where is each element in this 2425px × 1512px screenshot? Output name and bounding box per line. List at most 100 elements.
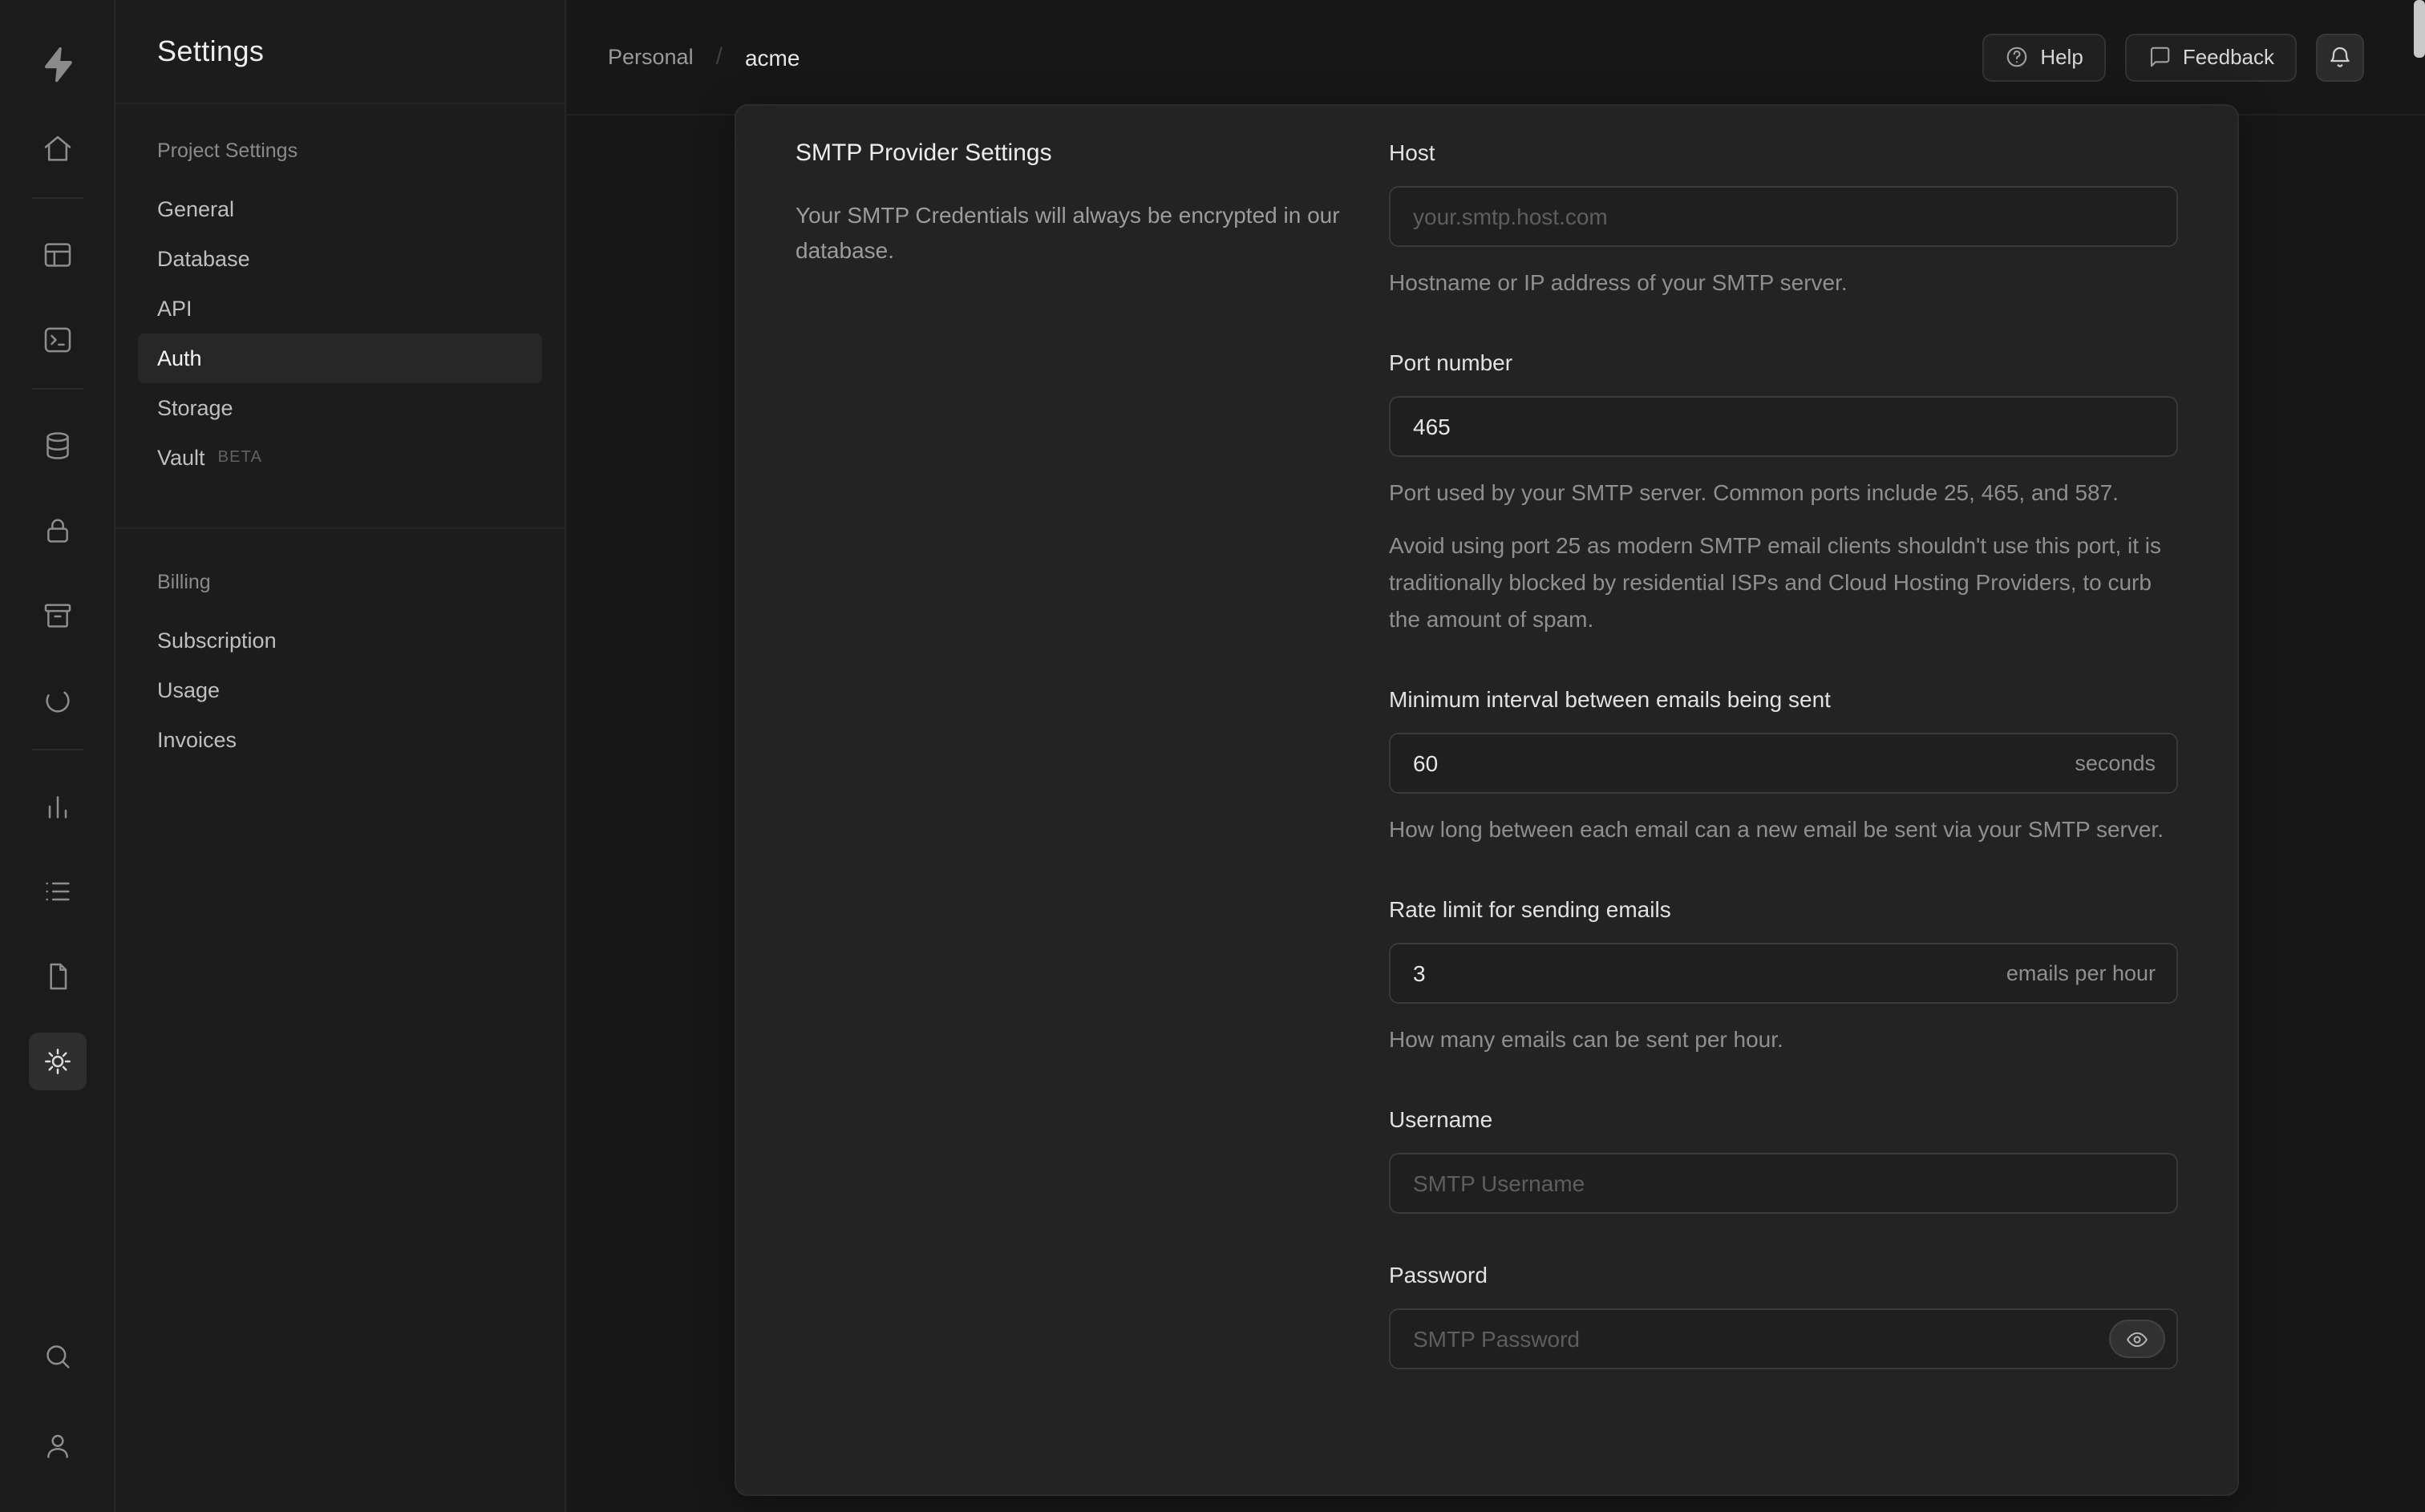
sidebar-item-invoices[interactable]: Invoices — [138, 715, 542, 765]
help-button[interactable]: Help — [1982, 33, 2106, 81]
section-header-billing: Billing — [157, 571, 211, 593]
interval-input-wrap: seconds — [1389, 733, 2178, 794]
port-input[interactable] — [1389, 396, 2178, 457]
sidebar-item-label: General — [157, 197, 235, 221]
rail-divider — [31, 388, 83, 390]
supabase-logo[interactable] — [28, 35, 86, 93]
interval-label: Minimum interval between emails being se… — [1389, 686, 1831, 712]
eye-icon — [2127, 1331, 2148, 1347]
sidebar-item-label: Invoices — [157, 728, 237, 752]
port-field: Port number Port used by your SMTP serve… — [1389, 348, 2178, 638]
password-label: Password — [1389, 1262, 1488, 1288]
rail-table-editor-button[interactable] — [28, 226, 86, 284]
list-icon — [45, 882, 69, 901]
bell-icon — [2330, 46, 2350, 67]
rail-storage-button[interactable] — [28, 587, 86, 645]
username-input[interactable] — [1389, 1153, 2178, 1214]
search-icon — [46, 1345, 69, 1368]
panel-title: SMTP Provider Settings — [796, 139, 1052, 167]
interval-field: Minimum interval between emails being se… — [1389, 685, 2178, 848]
feedback-button-label: Feedback — [2182, 45, 2274, 69]
username-label: Username — [1389, 1106, 1493, 1132]
database-icon — [46, 432, 68, 459]
rail-divider — [31, 749, 83, 750]
rail-group-editors — [28, 226, 86, 369]
host-field: Host Hostname or IP address of your SMTP… — [1389, 138, 2178, 301]
sql-editor-icon — [43, 327, 71, 353]
host-help-text: Hostname or IP address of your SMTP serv… — [1389, 269, 1848, 295]
rail-group-observability — [28, 778, 86, 1090]
table-editor-icon — [43, 243, 71, 267]
sidebar-item-usage[interactable]: Usage — [138, 665, 542, 715]
page-title: Settings — [157, 34, 265, 67]
sidebar-item-label: API — [157, 297, 192, 321]
rate-limit-input[interactable] — [1389, 943, 2178, 1004]
rail-sql-editor-button[interactable] — [28, 311, 86, 369]
sidebar-item-subscription[interactable]: Subscription — [138, 616, 542, 665]
username-field: Username — [1389, 1105, 2178, 1214]
panel-form-column: Host Hostname or IP address of your SMTP… — [1389, 138, 2178, 1494]
rail-reports-button[interactable] — [28, 778, 86, 835]
rate-limit-input-wrap: emails per hour — [1389, 943, 2178, 1004]
sidebar-item-vault[interactable]: Vault BETA — [138, 433, 542, 483]
rail-edge-functions-button[interactable] — [28, 672, 86, 730]
rail-search-button[interactable] — [28, 1328, 86, 1385]
supabase-bolt-icon — [43, 46, 71, 83]
sidebar-item-label: Usage — [157, 678, 221, 702]
smtp-settings-panel: SMTP Provider Settings Your SMTP Credent… — [735, 104, 2239, 1496]
reveal-password-button[interactable] — [2109, 1320, 2165, 1358]
breadcrumb-project[interactable]: acme — [745, 44, 800, 70]
home-icon — [43, 135, 71, 161]
port-help-text: Port used by your SMTP server. Common po… — [1389, 479, 2119, 505]
rate-limit-label: Rate limit for sending emails — [1389, 896, 1671, 922]
port-input-wrap — [1389, 396, 2178, 457]
interval-help-text: How long between each email can a new em… — [1389, 816, 2164, 842]
settings-sidebar: Settings Project Settings General Databa… — [115, 0, 566, 1512]
help-circle-icon — [2007, 46, 2027, 67]
password-input[interactable] — [1389, 1308, 2178, 1369]
sidebar-item-general[interactable]: General — [138, 184, 542, 234]
bar-chart-icon — [47, 796, 67, 819]
top-bar: Personal / acme Help Feedback — [566, 0, 2425, 115]
panel-description-column: SMTP Provider Settings Your SMTP Credent… — [796, 138, 1357, 1494]
sidebar-item-label: Auth — [157, 346, 202, 370]
main-content: Personal / acme Help Feedback SMTP Provi… — [566, 0, 2425, 1512]
help-button-label: Help — [2040, 45, 2083, 69]
rail-logs-button[interactable] — [28, 863, 86, 920]
rail-account-button[interactable] — [28, 1417, 86, 1475]
breadcrumb-org[interactable]: Personal — [608, 45, 694, 69]
sidebar-item-api[interactable]: API — [138, 284, 542, 334]
notifications-button[interactable] — [2316, 33, 2364, 81]
rail-settings-button[interactable] — [28, 1033, 86, 1090]
sidebar-item-auth[interactable]: Auth — [138, 334, 542, 383]
host-label: Host — [1389, 139, 1435, 165]
file-icon — [49, 963, 67, 990]
breadcrumb: Personal / acme — [608, 43, 800, 71]
rail-auth-button[interactable] — [28, 502, 86, 560]
section-header-project-settings: Project Settings — [157, 139, 298, 162]
beta-badge: BETA — [217, 449, 263, 467]
sidebar-divider — [115, 528, 565, 529]
host-input[interactable] — [1389, 186, 2178, 247]
port-label: Port number — [1389, 350, 1513, 375]
sidebar-item-label: Subscription — [157, 629, 277, 653]
rate-limit-field: Rate limit for sending emails emails per… — [1389, 895, 2178, 1058]
sidebar-item-storage[interactable]: Storage — [138, 383, 542, 433]
nav-rail — [0, 0, 115, 1512]
sidebar-item-label: Vault — [157, 446, 205, 470]
breadcrumb-separator: / — [715, 43, 723, 71]
feedback-button[interactable]: Feedback — [2124, 33, 2297, 81]
rail-database-button[interactable] — [28, 417, 86, 475]
rail-home-button[interactable] — [28, 120, 86, 178]
port-note-text: Avoid using port 25 as modern SMTP email… — [1389, 532, 2162, 632]
sidebar-item-database[interactable]: Database — [138, 234, 542, 284]
supabase-dashboard: Settings Project Settings General Databa… — [0, 0, 2425, 1512]
interval-input[interactable] — [1389, 733, 2178, 794]
host-input-wrap — [1389, 186, 2178, 247]
sidebar-item-label: Storage — [157, 396, 233, 420]
rail-api-docs-button[interactable] — [28, 948, 86, 1005]
gear-icon — [44, 1049, 70, 1074]
rail-group-products — [28, 417, 86, 730]
settings-nav: Project Settings General Database API Au… — [115, 104, 565, 765]
scrollbar-thumb[interactable] — [2414, 0, 2425, 58]
